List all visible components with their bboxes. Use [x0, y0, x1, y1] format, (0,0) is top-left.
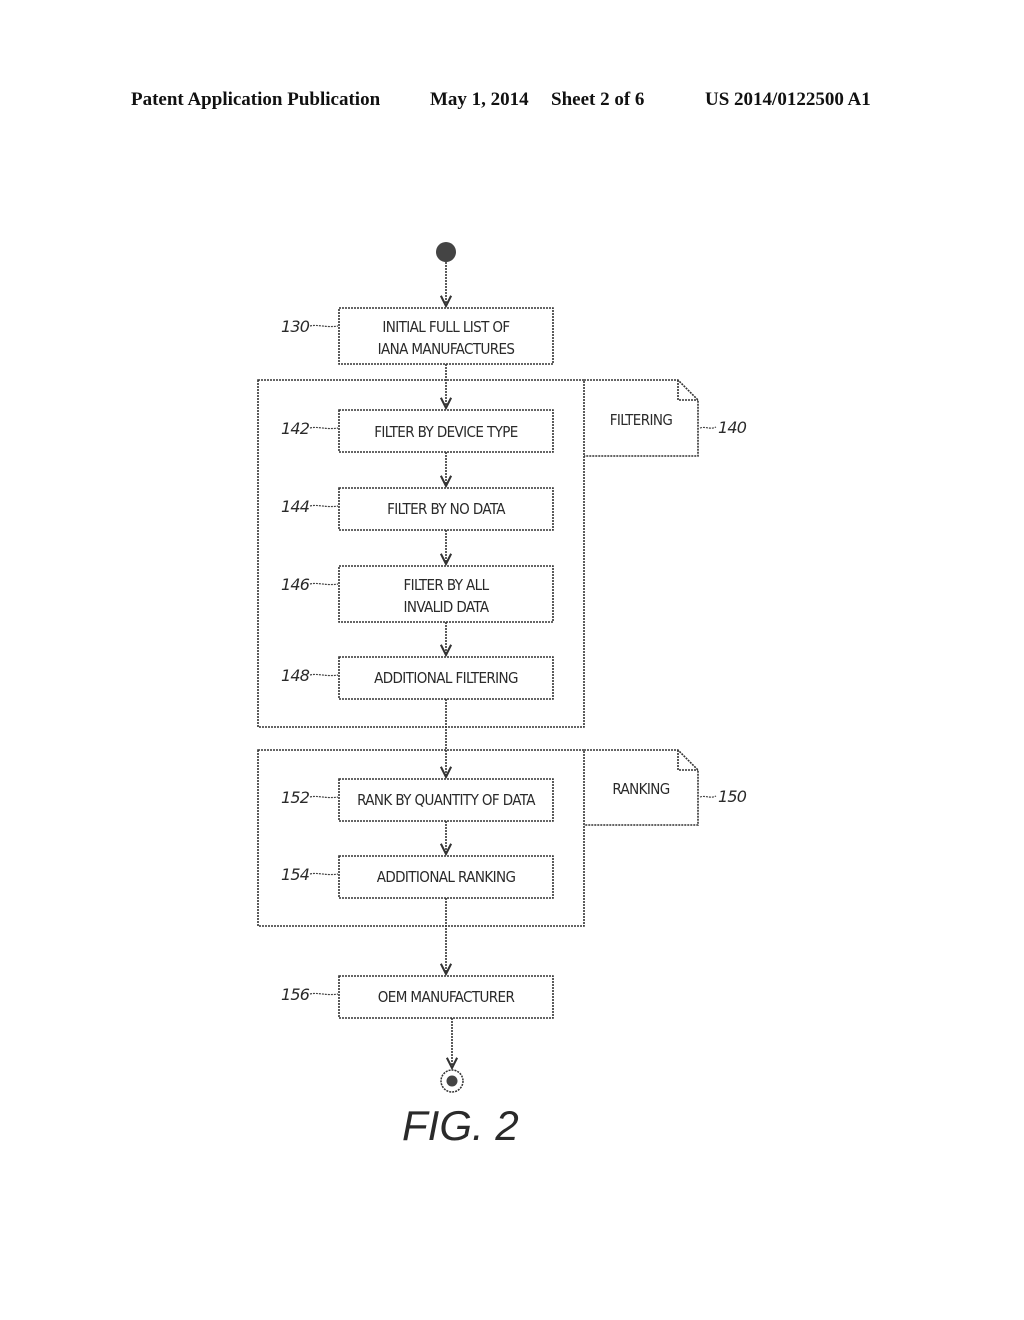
figure-label: FIG. 2: [402, 1102, 519, 1149]
step-148-label: ADDITIONAL FILTERING: [374, 669, 518, 687]
step-130-ref: 130: [281, 317, 310, 336]
ranking-note-label: RANKING: [612, 780, 669, 798]
ranking-ref-leader: [699, 795, 717, 798]
step-144-ref: 144: [281, 497, 310, 516]
step-146-line-2: INVALID DATA: [403, 598, 489, 616]
step-154-label: ADDITIONAL RANKING: [377, 868, 516, 886]
filtering-ref-leader: [699, 426, 717, 429]
step-146: FILTER BY ALL INVALID DATA 146: [281, 565, 554, 623]
step-142-ref: 142: [281, 419, 310, 438]
step-130-line-2: IANA MANUFACTURES: [378, 340, 515, 358]
flowchart: FILTERING 140 RANKING 150 INITIAL FULL L…: [257, 242, 748, 1149]
step-156: OEM MANUFACTURER 156: [281, 975, 554, 1019]
filtering-note: FILTERING: [584, 379, 699, 457]
step-156-label: OEM MANUFACTURER: [378, 988, 515, 1006]
step-146-line-1: FILTER BY ALL: [403, 576, 489, 594]
step-154-ref: 154: [281, 865, 310, 884]
step-142: FILTER BY DEVICE TYPE 142: [281, 409, 554, 453]
step-144: FILTER BY NO DATA 144: [281, 487, 554, 531]
ranking-note: RANKING: [584, 749, 699, 826]
end-node: [440, 1069, 464, 1093]
step-148: ADDITIONAL FILTERING 148: [281, 656, 554, 700]
step-156-ref: 156: [281, 985, 310, 1004]
step-142-label: FILTER BY DEVICE TYPE: [374, 423, 518, 441]
step-152: RANK BY QUANTITY OF DATA 152: [281, 778, 554, 822]
step-152-label: RANK BY QUANTITY OF DATA: [357, 791, 536, 809]
step-146-ref: 146: [281, 575, 310, 594]
ranking-group-frame: [257, 749, 585, 927]
filtering-note-label: FILTERING: [610, 411, 673, 429]
filtering-ref-number: 140: [718, 418, 747, 437]
step-154: ADDITIONAL RANKING 154: [281, 855, 554, 899]
step-148-ref: 148: [281, 666, 310, 685]
step-152-ref: 152: [281, 788, 310, 807]
step-130: INITIAL FULL LIST OF IANA MANUFACTURES 1…: [281, 307, 554, 365]
step-130-line-1: INITIAL FULL LIST OF: [382, 318, 509, 336]
step-144-label: FILTER BY NO DATA: [387, 500, 506, 518]
ranking-ref-number: 150: [718, 787, 747, 806]
start-node: [436, 242, 456, 262]
